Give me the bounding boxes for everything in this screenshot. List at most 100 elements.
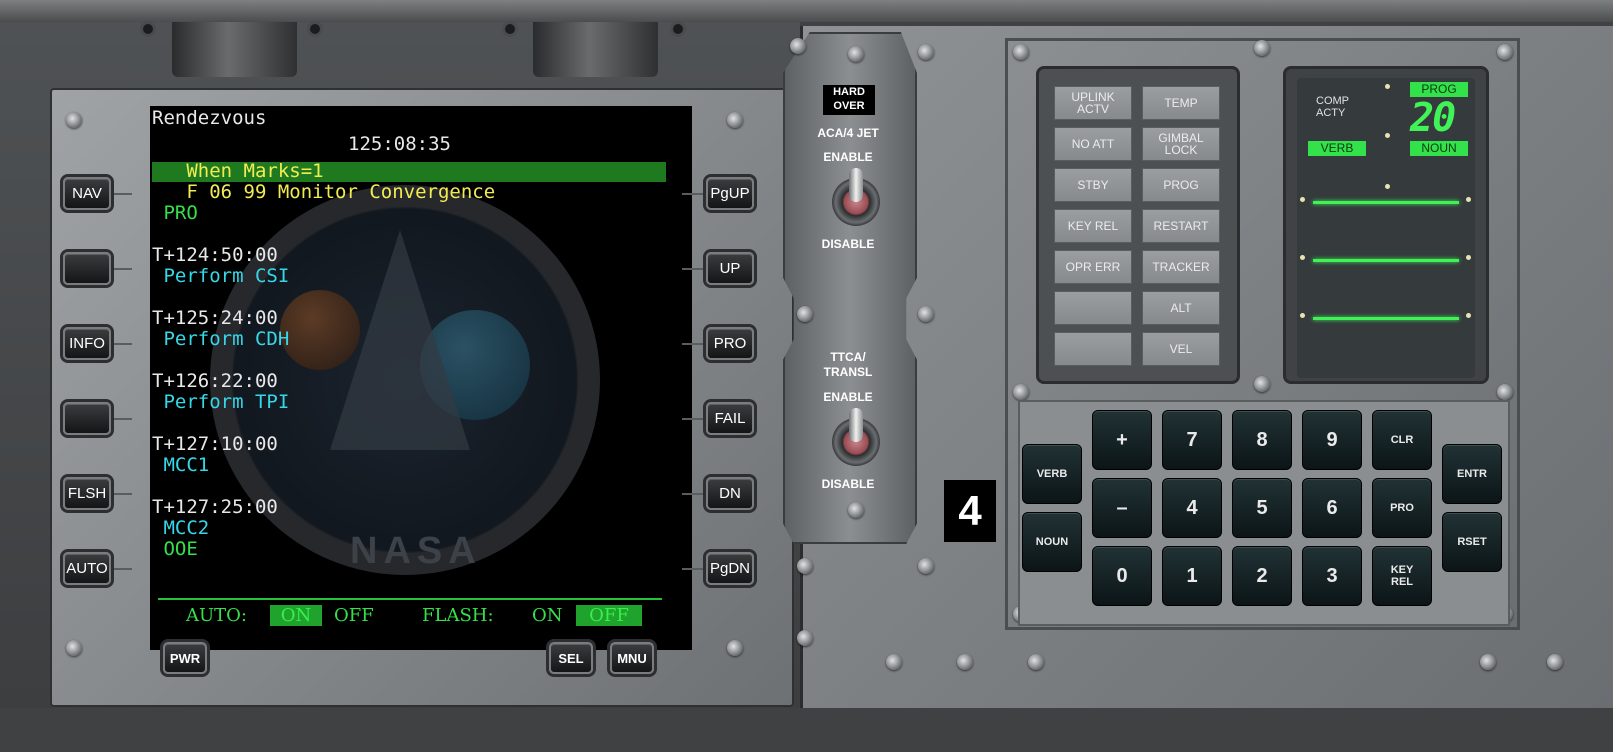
bolt [673,24,683,34]
key-7[interactable]: 7 [1162,410,1222,470]
ttca-toggle-switch[interactable] [832,408,880,466]
screw-icon [727,112,743,128]
mission-time: 125:08:35 [348,133,451,155]
pro-key[interactable]: PRO [1372,478,1432,538]
page-up-button[interactable]: PgUP [706,177,754,210]
screw-icon [66,112,82,128]
aca-label: ACA/4 JET [817,126,879,140]
register-2-line [1313,259,1459,262]
lamp-tracker: TRACKER [1142,250,1220,284]
up-button[interactable]: UP [706,252,754,285]
button-tick [110,268,132,270]
page-down-button[interactable]: PgDN [706,552,754,585]
flsh-button[interactable]: FLSH [63,477,111,510]
pro-button[interactable]: PRO [706,327,754,360]
key-8[interactable]: 8 [1232,410,1292,470]
screw-icon [727,640,743,656]
select-button[interactable]: SEL [549,642,593,674]
lamp-uplink-actv: UPLINK ACTV [1054,86,1132,120]
verb-key[interactable]: VERB [1022,444,1082,504]
event-time: T+125:24:00 [152,307,278,329]
button-tick [682,568,704,570]
bolt [505,24,515,34]
indicator-dot [1300,255,1305,260]
noun-key[interactable]: NOUN [1022,512,1082,572]
screw-icon [918,44,934,60]
button-tick [110,493,132,495]
noun-label: NOUN [1410,141,1468,156]
event-time: T+127:10:00 [152,433,278,455]
auto-button[interactable]: AUTO [63,552,111,585]
screw-icon [1254,40,1270,56]
key-3[interactable]: 3 [1302,546,1362,606]
key-2[interactable]: 2 [1232,546,1292,606]
screw-icon [1497,384,1513,400]
minus-key[interactable]: – [1092,478,1152,538]
button-tick [682,268,704,270]
lamp-no-att: NO ATT [1054,127,1132,161]
nav-button[interactable]: NAV [63,177,111,210]
lamp-restart: RESTART [1142,209,1220,243]
lamp-prog: PROG [1142,168,1220,202]
plus-key[interactable]: + [1092,410,1152,470]
flash-label: FLASH: [422,605,494,626]
key-6[interactable]: 6 [1302,478,1362,538]
auto-label: AUTO: [186,605,247,626]
button-tick [682,418,704,420]
key-9[interactable]: 9 [1302,410,1362,470]
mfd-title: Rendezvous [152,107,267,129]
register-3-line [1313,317,1459,320]
screw-icon [790,38,806,54]
lamp-vel: VEL [1142,332,1220,366]
screw-icon [848,46,864,62]
button-tick [682,343,704,345]
button-tick [682,493,704,495]
prog-digits: 20 [1410,95,1456,141]
down-button[interactable]: DN [706,477,754,510]
screw-icon [1013,384,1029,400]
left-button-4[interactable] [63,402,111,435]
event-action: MCC2 [152,517,210,539]
info-button[interactable]: INFO [63,327,111,360]
key-0[interactable]: 0 [1092,546,1152,606]
indicator-dot [1466,255,1471,260]
ttca-disable-label: DISABLE [821,477,875,491]
cylinder-left [172,22,297,77]
menu-button[interactable]: MNU [610,642,654,674]
status-separator [158,598,662,600]
register-1-line [1313,201,1459,204]
verb-label: VERB [1308,141,1366,156]
event-time: T+124:50:00 [152,244,278,266]
screw-icon [797,558,813,574]
lamp-alt: ALT [1142,291,1220,325]
entr-key[interactable]: ENTR [1442,444,1502,504]
key-5[interactable]: 5 [1232,478,1292,538]
power-button[interactable]: PWR [163,642,207,674]
clr-key[interactable]: CLR [1372,410,1432,470]
indicator-dot [1300,197,1305,202]
button-tick [682,193,704,195]
current-step-line: F 06 99 Monitor Convergence [152,181,496,203]
lamp-opr-err: OPR ERR [1054,250,1132,284]
flash-on-indicator: ON [532,605,563,626]
current-mark-line: When Marks=1 [152,160,324,182]
event-time: T+127:25:00 [152,496,278,518]
key-1[interactable]: 1 [1162,546,1222,606]
key-4[interactable]: 4 [1162,478,1222,538]
indicator-dot [1385,133,1390,138]
event-action: Perform CDH [152,328,290,350]
screw-icon [66,640,82,656]
screw-icon [1480,654,1496,670]
fail-button[interactable]: FAIL [706,402,754,435]
screw-icon [797,630,813,646]
panel-number-badge: 4 [944,480,996,542]
key-rel-key[interactable]: KEY REL [1372,546,1432,606]
event-action: Perform CSI [152,265,290,287]
left-button-2[interactable] [63,252,111,285]
screw-icon [886,654,902,670]
lamp-blank [1054,291,1132,325]
event-action: MCC1 [152,454,210,476]
aca-toggle-switch[interactable] [832,168,880,226]
rset-key[interactable]: RSET [1442,512,1502,572]
aca-disable-label: DISABLE [821,237,875,251]
